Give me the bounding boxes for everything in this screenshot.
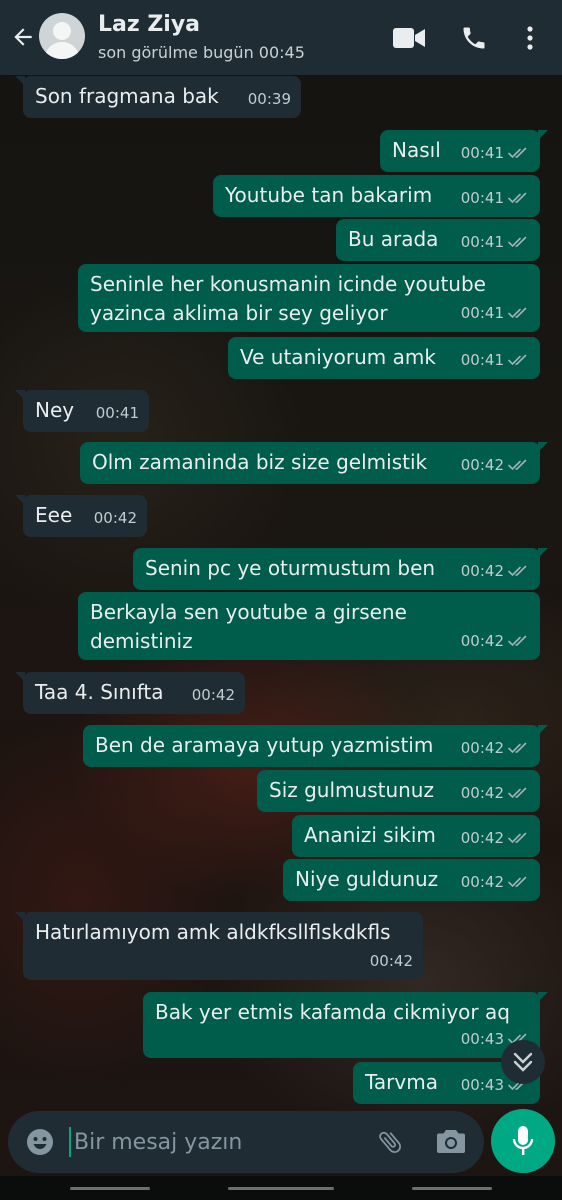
double-check-icon bbox=[508, 307, 527, 319]
message-time: 00:41 bbox=[460, 233, 504, 251]
double-check-icon bbox=[508, 236, 527, 248]
message-time: 00:42 bbox=[460, 562, 504, 580]
attach-icon[interactable] bbox=[376, 1127, 404, 1157]
message-meta: 00:41 bbox=[461, 228, 530, 257]
message-meta: 00:42 bbox=[461, 734, 530, 763]
contact-name[interactable]: Laz Ziya bbox=[98, 12, 200, 37]
message-time: 00:42 bbox=[460, 632, 504, 650]
double-check-icon bbox=[508, 459, 527, 471]
outgoing-message[interactable]: Bak yer etmis kafamda cikmiyor aq 00:43 bbox=[143, 992, 548, 1058]
message-meta: 00:41 bbox=[461, 346, 530, 375]
back-arrow-icon[interactable] bbox=[10, 24, 36, 50]
message-meta: 00:41 bbox=[461, 299, 530, 328]
message-meta: 00:42 bbox=[192, 681, 235, 710]
message-time: 00:42 bbox=[191, 686, 235, 704]
outgoing-message[interactable]: Ananizi sikim 00:42 bbox=[292, 815, 540, 857]
message-input[interactable] bbox=[66, 1122, 374, 1162]
system-navigation-bar bbox=[0, 1176, 562, 1200]
message-time: 00:42 bbox=[369, 952, 413, 970]
message-time: 00:41 bbox=[460, 189, 504, 207]
message-time: 00:43 bbox=[460, 1030, 504, 1048]
nav-home[interactable] bbox=[228, 1187, 334, 1190]
message-composer bbox=[8, 1111, 484, 1173]
incoming-message[interactable]: Eee 00:42 bbox=[15, 495, 147, 537]
avatar[interactable] bbox=[39, 13, 85, 59]
default-avatar-icon bbox=[44, 22, 80, 59]
double-check-icon bbox=[508, 876, 527, 888]
message-meta: 00:42 bbox=[461, 868, 530, 897]
message-time: 00:39 bbox=[247, 90, 291, 108]
video-call-icon[interactable] bbox=[393, 27, 425, 49]
phone-call-icon[interactable] bbox=[460, 24, 488, 52]
double-check-icon bbox=[508, 354, 527, 366]
outgoing-message[interactable]: Nasıl 00:41 bbox=[380, 130, 548, 172]
chat-header: Laz Ziya son görülme bugün 00:45 bbox=[0, 0, 562, 75]
message-meta: 00:41 bbox=[96, 399, 139, 428]
double-chevron-down-icon bbox=[513, 1052, 533, 1072]
incoming-message[interactable]: Son fragmana bak 00:39 bbox=[15, 76, 301, 118]
outgoing-message[interactable]: Niye guldunuz 00:42 bbox=[283, 859, 540, 901]
message-meta: 00:42 bbox=[461, 627, 530, 656]
message-meta: 00:42 bbox=[461, 451, 530, 480]
double-check-icon bbox=[508, 832, 527, 844]
outgoing-message[interactable]: Ve utaniyorum amk 00:41 bbox=[228, 337, 540, 379]
message-meta: 00:41 bbox=[461, 139, 530, 168]
outgoing-message[interactable]: Seninle her konusmanin icinde youtube yaz… bbox=[78, 264, 540, 332]
message-text: Seninle her konusmanin icinde youtube bbox=[90, 272, 486, 296]
message-time: 00:42 bbox=[460, 873, 504, 891]
emoji-icon[interactable] bbox=[26, 1128, 54, 1156]
message-meta: 00:42 bbox=[461, 779, 530, 808]
voice-message-button[interactable] bbox=[491, 1109, 555, 1173]
nav-back[interactable] bbox=[412, 1187, 492, 1190]
message-time: 00:41 bbox=[95, 404, 139, 422]
message-time: 00:41 bbox=[460, 144, 504, 162]
double-check-icon bbox=[508, 742, 527, 754]
double-check-icon bbox=[508, 635, 527, 647]
double-check-icon bbox=[508, 147, 527, 159]
message-text: Berkayla sen youtube a girsene bbox=[90, 600, 407, 624]
message-meta: 00:42 bbox=[370, 947, 413, 976]
message-time: 00:41 bbox=[460, 351, 504, 369]
message-time: 00:42 bbox=[93, 509, 137, 527]
message-time: 00:42 bbox=[460, 829, 504, 847]
message-text: Bak yer etmis kafamda cikmiyor aq bbox=[155, 1000, 510, 1024]
incoming-message[interactable]: Ney 00:41 bbox=[15, 390, 149, 432]
incoming-message[interactable]: Taa 4. Sınıfta 00:42 bbox=[15, 672, 245, 714]
outgoing-message[interactable]: Youtube tan bakarim 00:41 bbox=[213, 175, 540, 217]
camera-icon[interactable] bbox=[436, 1128, 466, 1154]
last-seen-status: son görülme bugün 00:45 bbox=[98, 43, 305, 62]
message-time: 00:41 bbox=[460, 304, 504, 322]
double-check-icon bbox=[508, 787, 527, 799]
message-text: Hatırlamıyom amk aldkfksllflskdkfls bbox=[35, 920, 391, 944]
microphone-icon bbox=[512, 1126, 534, 1155]
nav-recent-apps[interactable] bbox=[70, 1187, 150, 1190]
message-meta: 00:42 bbox=[461, 824, 530, 853]
message-meta: 00:41 bbox=[461, 184, 530, 213]
message-meta: 00:42 bbox=[461, 557, 530, 586]
outgoing-message[interactable]: Olm zamaninda biz size gelmistik 00:42 bbox=[80, 442, 548, 484]
incoming-message[interactable]: Hatırlamıyom amk aldkfksllflskdkfls 00:42 bbox=[15, 912, 423, 980]
scroll-to-bottom-button[interactable] bbox=[501, 1040, 545, 1084]
outgoing-message[interactable]: Berkayla sen youtube a girsene demistiniz… bbox=[78, 592, 540, 660]
message-meta: 00:39 bbox=[248, 85, 291, 114]
message-time: 00:43 bbox=[460, 1076, 504, 1094]
message-time: 00:42 bbox=[460, 739, 504, 757]
outgoing-message[interactable]: Ben de aramaya yutup yazmistim 00:42 bbox=[83, 725, 548, 767]
outgoing-message[interactable]: Siz gulmustunuz 00:42 bbox=[257, 770, 540, 812]
double-check-icon bbox=[508, 565, 527, 577]
outgoing-message[interactable]: Bu arada 00:41 bbox=[336, 219, 540, 261]
message-time: 00:42 bbox=[460, 784, 504, 802]
message-time: 00:42 bbox=[460, 456, 504, 474]
double-check-icon bbox=[508, 192, 527, 204]
more-options-icon[interactable] bbox=[523, 24, 537, 52]
message-meta: 00:42 bbox=[94, 504, 137, 533]
outgoing-message[interactable]: Senin pc ye oturmustum ben 00:42 bbox=[133, 548, 548, 590]
